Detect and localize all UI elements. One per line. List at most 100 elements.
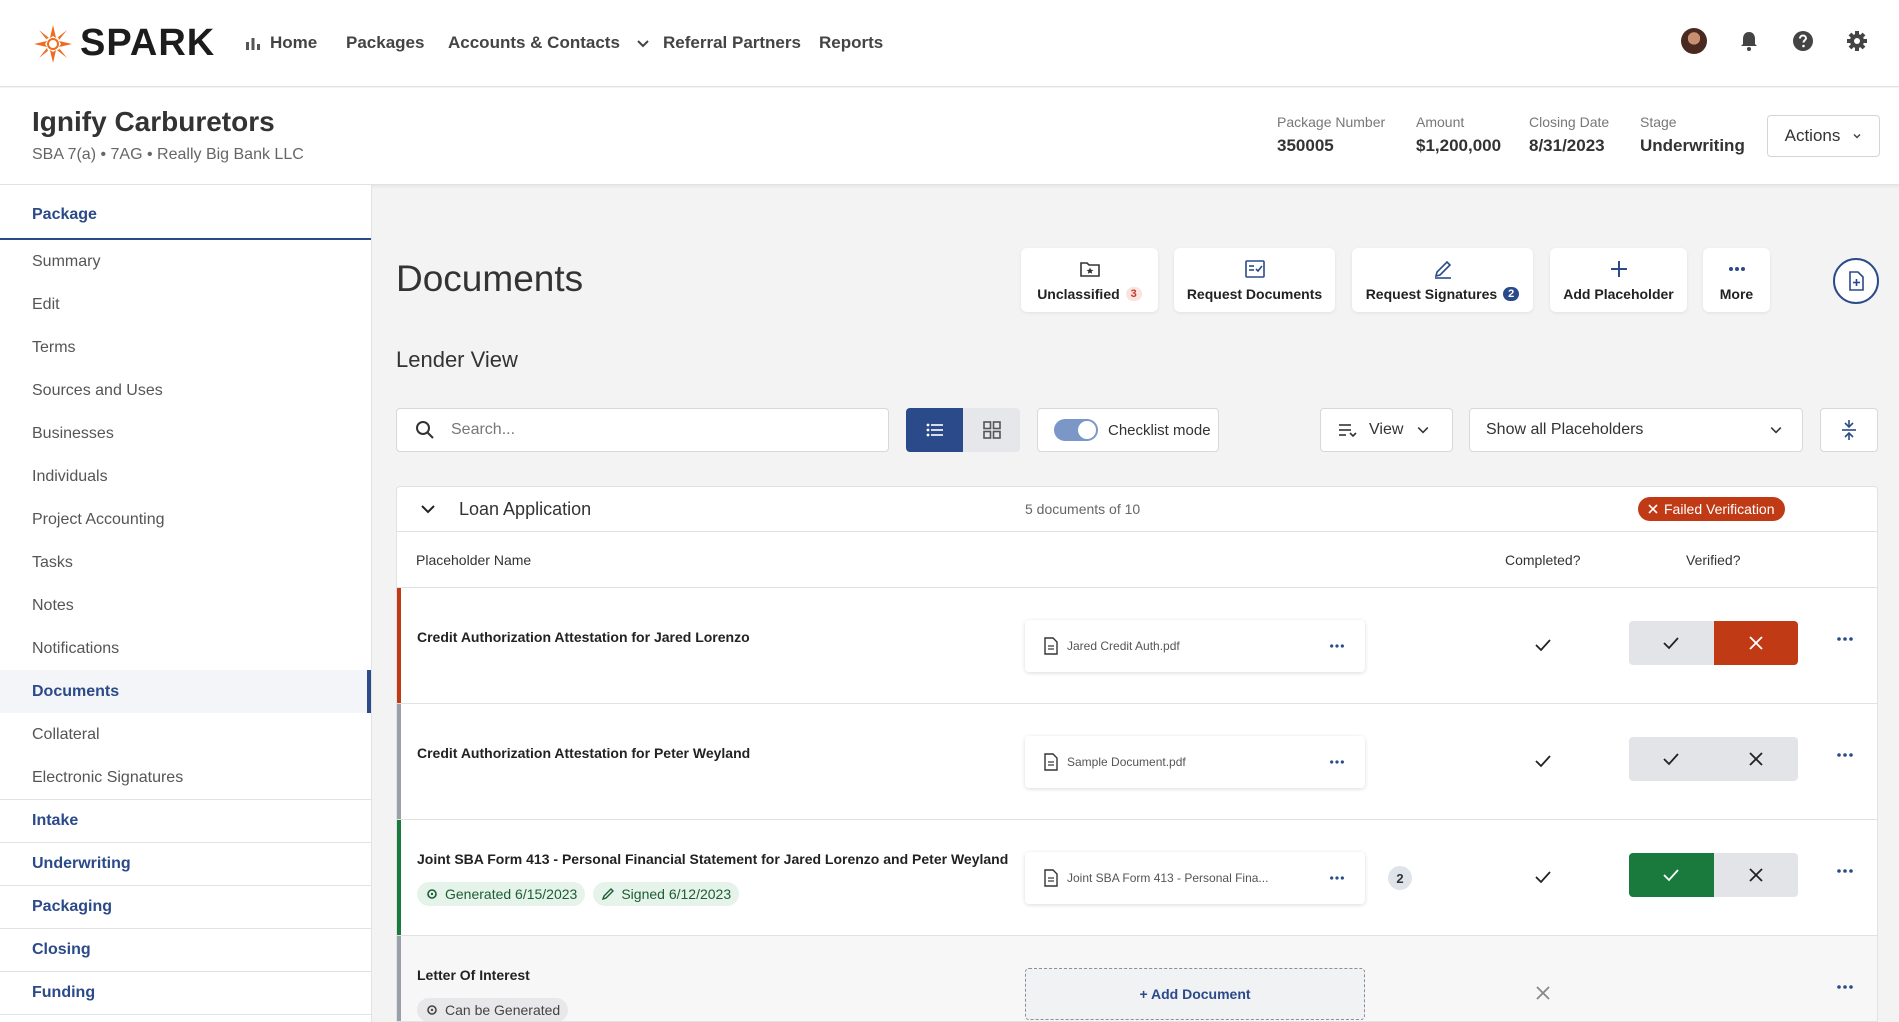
placeholder-filter-value: Show all Placeholders xyxy=(1486,421,1644,438)
column-header-completed: Completed? xyxy=(1505,552,1581,568)
sidebar-item-project-accounting[interactable]: Project Accounting xyxy=(0,498,371,541)
signed-chip-label: Signed 6/12/2023 xyxy=(621,886,732,902)
sidebar-item-tasks[interactable]: Tasks xyxy=(0,541,371,584)
more-dots-icon[interactable] xyxy=(1329,753,1345,771)
search-input[interactable] xyxy=(451,421,871,439)
stat-amount: Amount $1,200,000 xyxy=(1416,114,1501,156)
group-header-loan-application[interactable]: Loan Application 5 documents of 10 Faile… xyxy=(397,487,1877,532)
avatar[interactable] xyxy=(1681,28,1707,54)
more-dots-icon[interactable] xyxy=(1836,752,1854,758)
can-be-generated-chip: Can be Generated xyxy=(417,998,569,1021)
more-dots-icon[interactable] xyxy=(1836,868,1854,874)
file-icon xyxy=(1044,637,1058,655)
sidebar-section-underwriting[interactable]: Underwriting xyxy=(0,843,371,886)
more-dots-icon[interactable] xyxy=(1836,636,1854,642)
sidebar-item-collateral[interactable]: Collateral xyxy=(0,713,371,756)
sidebar-section-package[interactable]: Package xyxy=(0,185,371,240)
verification-toggle xyxy=(1629,737,1798,781)
document-card[interactable]: Jared Credit Auth.pdf xyxy=(1025,620,1365,672)
sidebar-item-businesses[interactable]: Businesses xyxy=(0,412,371,455)
row-status-bar xyxy=(397,704,401,819)
sidebar-item-edit[interactable]: Edit xyxy=(0,283,371,326)
verify-reject-button[interactable] xyxy=(1713,621,1798,665)
close-icon xyxy=(1536,986,1550,1000)
collapse-all-button[interactable] xyxy=(1820,408,1878,452)
sidebar-section-intake[interactable]: Intake xyxy=(0,800,371,843)
sidebar-item-notes[interactable]: Notes xyxy=(0,584,371,627)
close-icon xyxy=(1648,504,1658,514)
placeholder-filter-select[interactable]: Show all Placeholders xyxy=(1469,408,1803,452)
close-icon xyxy=(1749,636,1763,650)
more-dots-icon[interactable] xyxy=(1329,637,1345,655)
sidebar-section-funding[interactable]: Funding xyxy=(0,972,371,1015)
checklist-mode-toggle[interactable]: Checklist mode xyxy=(1037,408,1219,452)
verify-approve-button[interactable] xyxy=(1629,737,1714,781)
list-view-button[interactable] xyxy=(906,408,963,452)
document-file-name: Joint SBA Form 413 - Personal Fina... xyxy=(1067,871,1269,885)
nav-reports[interactable]: Reports xyxy=(819,33,883,53)
toggle-switch[interactable] xyxy=(1054,419,1098,441)
sidebar-section-closing[interactable]: Closing xyxy=(0,929,371,972)
add-document-button[interactable]: + Add Document xyxy=(1025,968,1365,1020)
nav-referral-partners[interactable]: Referral Partners xyxy=(663,33,801,53)
request-documents-label: Request Documents xyxy=(1186,286,1323,302)
search-box xyxy=(396,408,889,452)
nav-packages[interactable]: Packages xyxy=(346,33,424,53)
actions-label: Actions xyxy=(1784,126,1841,145)
add-file-button[interactable] xyxy=(1833,258,1879,304)
grid-view-button[interactable] xyxy=(963,408,1020,452)
verify-approve-button[interactable] xyxy=(1629,621,1714,665)
verify-approve-button[interactable] xyxy=(1629,853,1714,897)
request-signatures-count-badge: 2 xyxy=(1503,287,1520,301)
sidebar-item-electronic-signatures[interactable]: Electronic Signatures xyxy=(0,756,371,799)
request-signatures-button[interactable]: Request Signatures 2 xyxy=(1352,248,1533,312)
help-icon[interactable] xyxy=(1791,29,1815,53)
sidebar-item-documents[interactable]: Documents xyxy=(0,670,371,713)
view-dropdown[interactable]: View xyxy=(1320,408,1453,452)
sidebar-item-summary[interactable]: Summary xyxy=(0,240,371,283)
sidebar-item-terms[interactable]: Terms xyxy=(0,326,371,369)
close-icon xyxy=(1749,752,1763,766)
actions-button[interactable]: Actions xyxy=(1767,115,1880,157)
more-button[interactable]: More xyxy=(1703,248,1770,312)
more-dots-icon xyxy=(1728,267,1745,271)
table-row[interactable]: Joint SBA Form 413 - Personal Financial … xyxy=(397,820,1877,936)
nav-accounts-contacts[interactable]: Accounts & Contacts xyxy=(448,33,652,53)
chevron-down-icon[interactable] xyxy=(419,500,437,518)
add-placeholder-button[interactable]: Add Placeholder xyxy=(1550,248,1687,312)
gear-icon[interactable] xyxy=(1845,29,1869,53)
check-icon xyxy=(1663,637,1679,650)
grid-icon xyxy=(982,421,1001,439)
unclassified-button[interactable]: Unclassified 3 xyxy=(1021,248,1158,312)
sidebar-item-notifications[interactable]: Notifications xyxy=(0,627,371,670)
nav-home[interactable]: Home xyxy=(244,33,317,53)
collapse-icon xyxy=(1842,420,1856,440)
placeholder-name: Credit Authorization Attestation for Pet… xyxy=(417,745,751,761)
request-signatures-label: Request Signatures xyxy=(1365,286,1498,302)
table-row[interactable]: Credit Authorization Attestation for Pet… xyxy=(397,704,1877,820)
document-count-pill[interactable]: 2 xyxy=(1388,866,1412,890)
sidebar-item-sources-uses[interactable]: Sources and Uses xyxy=(0,369,371,412)
more-dots-icon[interactable] xyxy=(1836,984,1854,990)
sidebar-section-packaging[interactable]: Packaging xyxy=(0,886,371,929)
sidebar-item-individuals[interactable]: Individuals xyxy=(0,455,371,498)
package-subtitle: SBA 7(a) • 7AG • Really Big Bank LLC xyxy=(32,146,304,163)
nav-reports-label: Reports xyxy=(819,33,884,52)
table-row[interactable]: Letter Of Interest Can be Generated + Ad… xyxy=(397,936,1877,1021)
request-documents-button[interactable]: Request Documents xyxy=(1174,248,1335,312)
document-card[interactable]: Sample Document.pdf xyxy=(1025,736,1365,788)
column-header-placeholder: Placeholder Name xyxy=(416,552,532,568)
check-icon xyxy=(1663,753,1679,766)
verify-reject-button[interactable] xyxy=(1713,737,1798,781)
top-navigation: SPARK Home Packages Accounts & Contacts … xyxy=(0,0,1899,87)
more-dots-icon[interactable] xyxy=(1329,869,1345,887)
can-be-generated-label: Can be Generated xyxy=(445,1002,561,1018)
verify-reject-button[interactable] xyxy=(1713,853,1798,897)
bar-chart-icon xyxy=(246,38,260,50)
spark-logo[interactable]: SPARK xyxy=(32,22,215,65)
bell-icon[interactable] xyxy=(1737,29,1761,53)
row-chips: Can be Generated xyxy=(417,998,569,1021)
document-card[interactable]: Joint SBA Form 413 - Personal Fina... xyxy=(1025,852,1365,904)
table-row[interactable]: Credit Authorization Attestation for Jar… xyxy=(397,588,1877,704)
generated-chip: Generated 6/15/2023 xyxy=(417,882,586,906)
